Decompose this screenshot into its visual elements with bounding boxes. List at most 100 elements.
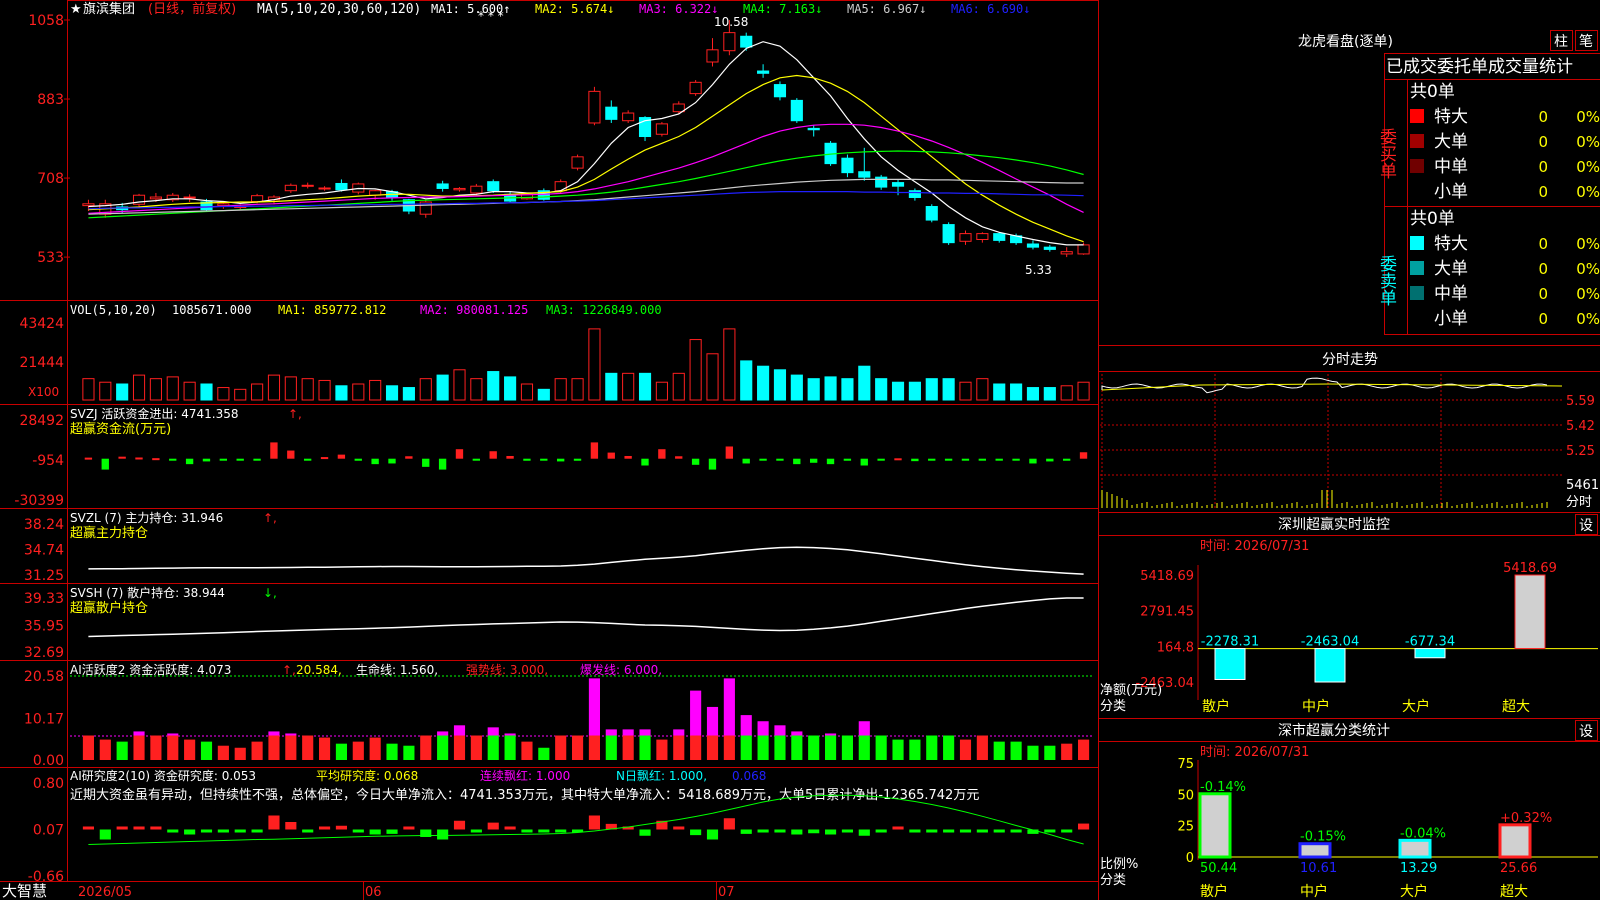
fund-flow-bar <box>202 458 211 462</box>
svzj-y-tick: -30399 <box>14 493 64 509</box>
ai2-bar <box>285 735 297 760</box>
ai2-bar <box>555 735 567 760</box>
ai2-bar <box>487 735 499 760</box>
ai2-bar <box>926 735 938 760</box>
order-swatch <box>1410 109 1424 123</box>
ai2-bar <box>386 743 398 760</box>
ai2-bar <box>352 741 364 760</box>
stat-chart: 75 50 25 0 -0.14% 50.44 散户 -0.15% 10.61 中户 -0.04% 1… <box>1177 757 1598 900</box>
ai2-bar <box>82 735 94 760</box>
ai2-bar <box>116 741 128 760</box>
volume-bar <box>487 371 500 401</box>
fund-flow-bar <box>776 458 784 461</box>
volume-bar <box>554 378 567 401</box>
volume-bar <box>689 339 702 401</box>
monitor-ylabel: 净额(万元) <box>1100 683 1162 698</box>
ai2-bar <box>808 735 820 760</box>
ai2-bar <box>740 735 752 760</box>
stat-pct-label: -0.15% <box>1300 830 1346 845</box>
stat-category: 大户 <box>1400 883 1428 900</box>
volume-bar <box>470 378 483 401</box>
svsh-sub: 超赢散户持仓 <box>70 600 148 616</box>
ai2-burst-bar <box>268 731 280 736</box>
candle <box>554 181 567 192</box>
candle <box>976 233 989 240</box>
ai2-burst-bar <box>487 727 499 736</box>
candle <box>470 185 483 194</box>
ai2-burst-bar <box>757 721 769 736</box>
ai2-bar <box>825 735 837 760</box>
order-count: 0 <box>1538 133 1548 151</box>
volume-bar <box>790 374 803 401</box>
candle <box>757 70 770 74</box>
candle <box>571 156 584 169</box>
ai2-bar <box>943 735 955 760</box>
candle <box>891 182 905 187</box>
ai2-burst-bar <box>774 725 786 736</box>
svzj-y-tick: -954 <box>32 453 64 469</box>
fund-flow-bar <box>961 458 970 461</box>
fund-flow-bar <box>1029 458 1037 464</box>
volume-bar <box>504 376 517 401</box>
ai2-bar <box>217 745 229 760</box>
stat-xlabel: 分类 <box>1100 873 1126 888</box>
candle <box>82 203 95 207</box>
fund-flow-bar <box>354 458 362 461</box>
fund-flow-bar <box>860 458 868 466</box>
study-bar <box>167 829 179 833</box>
fund-flow-bar <box>725 446 734 459</box>
fund-flow-bar <box>607 452 615 459</box>
candle <box>790 99 803 122</box>
order-pct: 0% <box>1576 183 1600 201</box>
fund-flow-bar <box>978 458 987 461</box>
study-bar <box>504 826 516 830</box>
svsh-y-tick: 39.33 <box>24 591 64 607</box>
ai2-arrow: ↑, <box>282 663 296 677</box>
order-count: 0 <box>1538 235 1548 253</box>
candle <box>1077 244 1090 255</box>
brand-label: 大智慧 <box>2 882 47 900</box>
study-bar <box>943 829 955 833</box>
fund-flow-bar <box>928 458 936 461</box>
study-bar <box>184 829 196 835</box>
study-bar <box>673 826 685 830</box>
volume-bar <box>267 374 281 401</box>
volume-bar <box>588 328 601 401</box>
volume-bar <box>723 328 736 401</box>
ai2-bar <box>1061 743 1073 760</box>
volume-bar <box>116 383 129 401</box>
stat-bar <box>1498 823 1532 859</box>
volume-bar <box>706 353 719 401</box>
study-bar <box>774 829 786 833</box>
fund-flow-bar <box>523 458 531 461</box>
fund-flow-bar <box>320 457 329 460</box>
fund-flow-bar <box>270 442 278 459</box>
order-name: 中单 <box>1434 284 1468 304</box>
candle <box>487 181 500 192</box>
fund-flow-bar <box>1046 458 1054 462</box>
stat-value-label: 13.29 <box>1400 861 1437 876</box>
ai2-burst-bar <box>706 706 719 736</box>
candle <box>335 182 348 191</box>
ai2-y-tick: 0.00 <box>33 753 64 769</box>
monitor-bar <box>1414 648 1446 659</box>
study-bar <box>217 829 229 833</box>
fund-flow-bar <box>253 458 261 461</box>
study-bar <box>858 829 870 836</box>
monitor-bar <box>1314 648 1346 683</box>
fund-flow-bar <box>303 458 312 461</box>
ai2-bar <box>538 747 550 760</box>
study-bar <box>369 829 381 835</box>
ai2-burst-bar <box>605 729 617 736</box>
stat-value-label: 50.44 <box>1200 861 1237 876</box>
ai2-bar <box>706 735 719 760</box>
svzj-y-tick: 28492 <box>19 413 64 429</box>
candle <box>1060 251 1073 255</box>
ai2-bar <box>420 735 432 760</box>
volume-bar <box>891 381 905 401</box>
order-name: 大单 <box>1434 132 1468 152</box>
volume-bar <box>537 388 550 401</box>
study-bar <box>639 829 651 836</box>
ai2-bar <box>99 739 111 760</box>
fund-flow-bar <box>944 458 953 461</box>
